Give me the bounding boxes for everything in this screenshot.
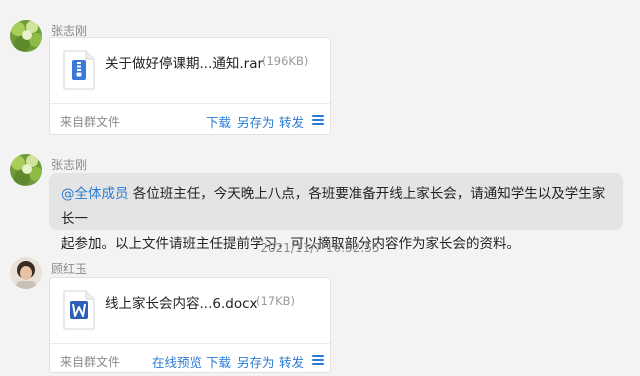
archive-file-icon xyxy=(62,50,96,90)
file-card-footer: 来自群文件 下载 另存为 转发 xyxy=(50,103,330,136)
more-menu-icon[interactable] xyxy=(312,115,324,125)
message-bubble[interactable]: @全体成员 各位班主任，今天晚上八点，各班要准备开线上家长会，请通知学生以及学生… xyxy=(49,173,623,252)
sender-name: 顾红玉 xyxy=(51,262,88,276)
file-card-footer: 来自群文件 在线预览 下载 另存为 转发 xyxy=(50,343,330,376)
save-as-button[interactable]: 另存为 xyxy=(237,112,275,131)
file-card[interactable]: 线上家长会内容...6.docx (17KB) 来自群文件 在线预览 下载 另存… xyxy=(49,277,331,373)
download-button[interactable]: 下载 xyxy=(206,352,231,371)
avatar[interactable] xyxy=(10,154,42,186)
message-line: @全体成员 各位班主任，今天晚上八点，各班要准备开线上家长会，请通知学生以及学生… xyxy=(61,182,611,232)
save-as-button[interactable]: 另存为 xyxy=(237,352,275,371)
mention-all[interactable]: @全体成员 xyxy=(61,186,129,202)
preview-online-button[interactable]: 在线预览 xyxy=(152,352,202,371)
file-name[interactable]: 线上家长会内容...6.docx xyxy=(105,292,258,312)
sender-name: 张志刚 xyxy=(51,158,88,172)
more-menu-icon[interactable] xyxy=(312,355,324,365)
avatar[interactable] xyxy=(10,257,42,289)
file-card[interactable]: 关于做好停课期...通知.rar (196KB) 来自群文件 下载 另存为 转发 xyxy=(49,37,331,135)
forward-button[interactable]: 转发 xyxy=(279,352,304,371)
download-button[interactable]: 下载 xyxy=(206,112,231,131)
file-size: (196KB) xyxy=(262,54,309,68)
forward-button[interactable]: 转发 xyxy=(279,112,304,131)
file-source: 来自群文件 xyxy=(60,355,121,369)
message-text: 各位班主任，今天晚上八点，各班要准备开线上家长会，请通知学生以及学生家长一 xyxy=(61,186,606,227)
file-size: (17KB) xyxy=(256,294,296,308)
file-name[interactable]: 关于做好停课期...通知.rar xyxy=(105,52,263,72)
avatar[interactable] xyxy=(10,20,42,52)
file-source: 来自群文件 xyxy=(60,115,121,129)
timestamp: 2021/11/7 16:52:55 xyxy=(260,241,380,255)
word-file-icon xyxy=(62,290,96,330)
